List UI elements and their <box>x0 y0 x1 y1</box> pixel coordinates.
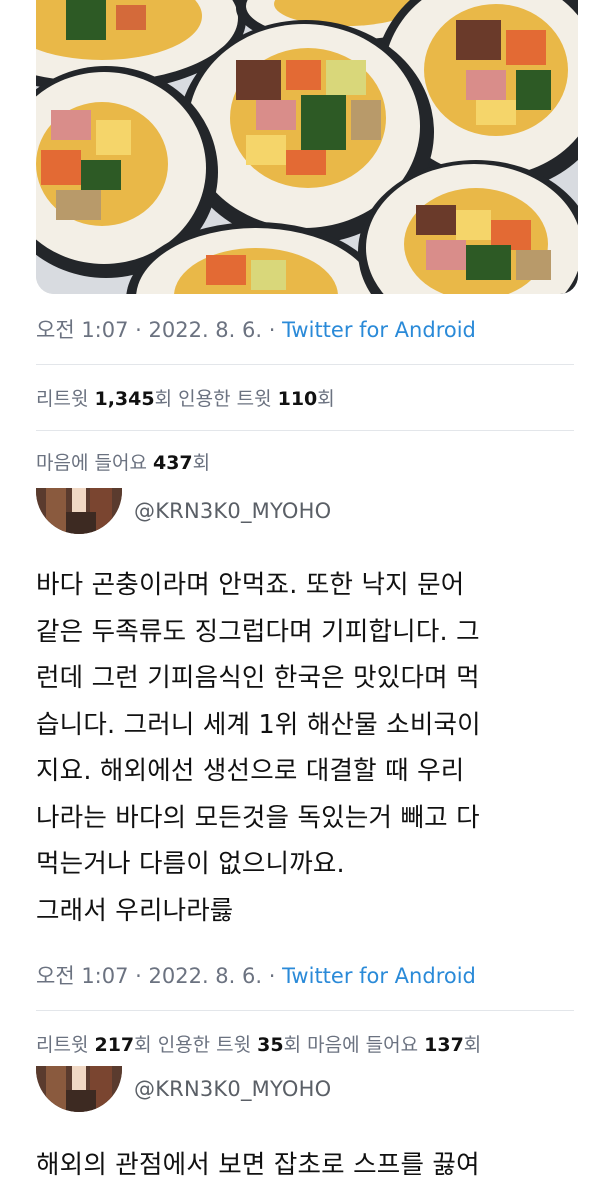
avatar[interactable] <box>36 488 122 534</box>
timestamp-text[interactable]: 오전 1:07 · 2022. 8. 6. · <box>36 964 282 988</box>
likes-unit: 회 <box>463 1034 482 1056</box>
retweet-stats: 리트윗 1,345회 인용한 트윗 110회 <box>36 384 335 411</box>
divider <box>36 430 574 431</box>
tweet-text: 바다 곤충이라며 안먹죠. 또한 낙지 문어 같은 두족류도 징그럽다며 기피합… <box>36 562 576 934</box>
timestamp-text[interactable]: 오전 1:07 · 2022. 8. 6. · <box>36 318 282 342</box>
tweet-line: 런데 그런 기피음식인 한국은 맛있다며 먹 <box>36 663 480 693</box>
tweet-photo[interactable] <box>36 0 578 294</box>
likes-label: 마음에 들어요 <box>307 1034 425 1056</box>
tweet-line: 같은 두족류도 징그럽다며 기피합니다. 그 <box>36 616 480 647</box>
likes-unit: 회 <box>192 452 211 474</box>
quote-count[interactable]: 35 <box>257 1034 283 1056</box>
tweet-timestamp[interactable]: 오전 1:07 · 2022. 8. 6. · Twitter for Andr… <box>36 960 476 990</box>
tweet-line: 나라는 바다의 모든것을 독있는거 빼고 다 <box>36 802 480 833</box>
tweet-text: 해외의 관점에서 보면 잡초로 스프를 끓여 <box>36 1142 576 1189</box>
likes-count[interactable]: 137 <box>424 1034 464 1056</box>
engagement-stats: 리트윗 217회 인용한 트윗 35회 마음에 들어요 137회 <box>36 1030 481 1057</box>
quote-count[interactable]: 110 <box>278 388 318 410</box>
tweet-line: 해외의 관점에서 보면 잡초로 스프를 끓여 <box>36 1150 480 1180</box>
user-avatar-icon <box>36 488 122 534</box>
retweet-unit: 회 <box>134 1034 158 1056</box>
tweet-line: 습니다. 그러니 세계 1위 해산물 소비국이 <box>36 709 481 740</box>
user-handle[interactable]: @KRN3K0_MYOHO <box>134 1077 331 1101</box>
retweet-count[interactable]: 217 <box>94 1034 134 1056</box>
divider <box>36 1010 574 1011</box>
retweet-count[interactable]: 1,345 <box>94 388 154 410</box>
likes-label: 마음에 들어요 <box>36 452 153 474</box>
avatar[interactable] <box>36 1066 122 1112</box>
gimbap-photo-icon <box>36 0 578 294</box>
quote-unit: 회 <box>283 1034 308 1056</box>
source-link[interactable]: Twitter for Android <box>282 964 476 988</box>
divider <box>36 364 574 365</box>
tweet-line: 바다 곤충이라며 안먹죠. 또한 낙지 문어 <box>36 570 465 600</box>
quote-unit: 회 <box>317 388 335 410</box>
retweet-unit: 회 <box>154 388 179 410</box>
likes-stats: 마음에 들어요 437회 <box>36 448 210 475</box>
tweet-timestamp[interactable]: 오전 1:07 · 2022. 8. 6. · Twitter for Andr… <box>36 314 476 344</box>
quote-label: 인용한 트윗 <box>157 1034 258 1056</box>
reply-author[interactable]: @KRN3K0_MYOHO <box>36 1066 331 1112</box>
retweet-label: 리트윗 <box>36 1034 95 1056</box>
user-handle[interactable]: @KRN3K0_MYOHO <box>134 499 331 523</box>
quote-label: 인용한 트윗 <box>178 388 278 410</box>
user-avatar-icon <box>36 1066 122 1112</box>
source-link[interactable]: Twitter for Android <box>282 318 476 342</box>
tweet-line: 그래서 우리나라릃 <box>36 895 234 926</box>
tweet-line: 지요. 해외에선 생선으로 대결할 때 우리 <box>36 756 465 786</box>
likes-count[interactable]: 437 <box>153 452 193 474</box>
tweet-line: 먹는거나 다름이 없으니까요. <box>36 849 345 879</box>
retweet-label: 리트윗 <box>36 388 95 410</box>
reply-author[interactable]: @KRN3K0_MYOHO <box>36 488 331 534</box>
